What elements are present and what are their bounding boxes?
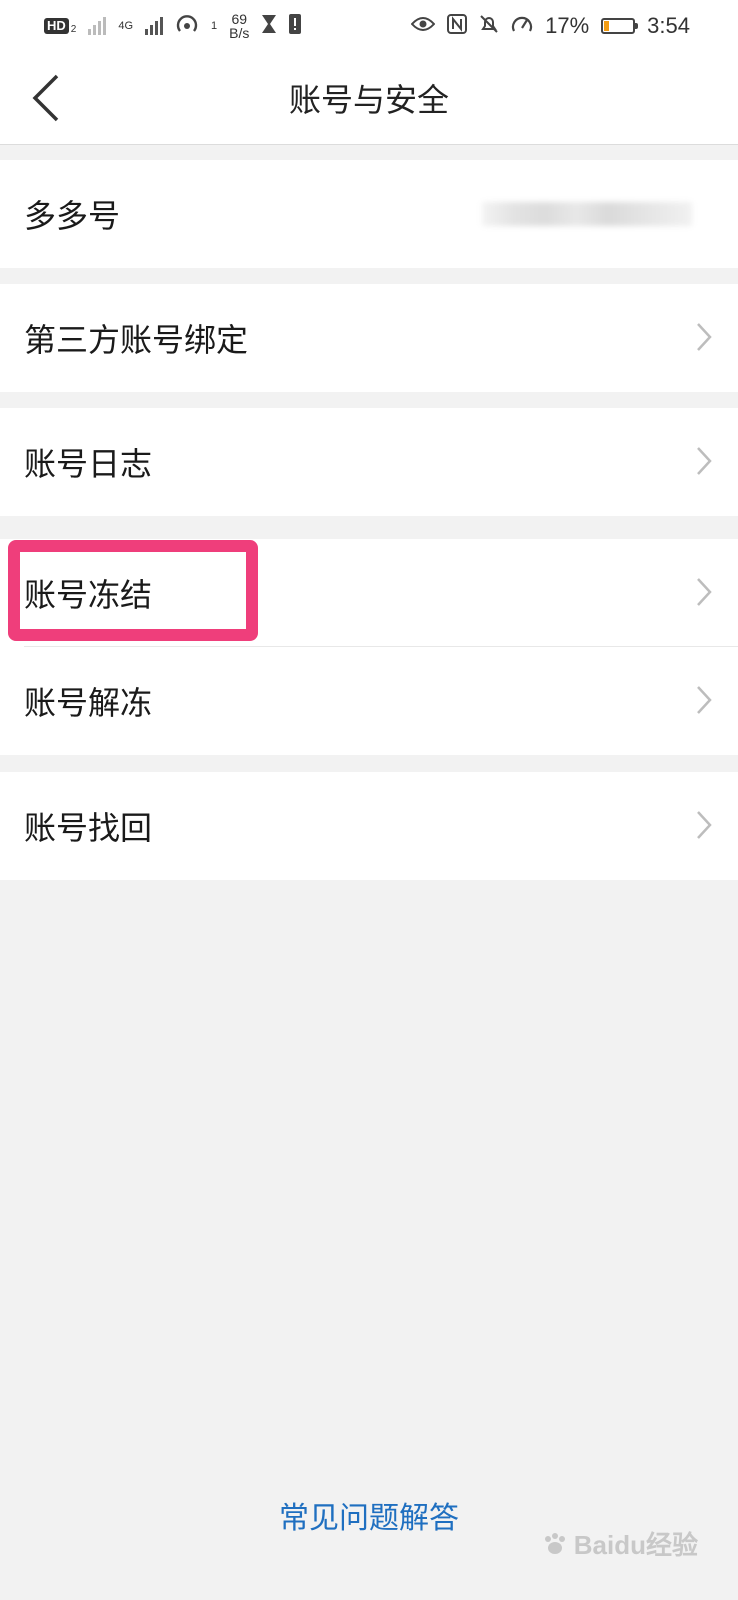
eye-icon <box>410 16 436 37</box>
row-account-log[interactable]: 账号日志 <box>0 408 738 516</box>
row-label: 第三方账号绑定 <box>24 321 249 359</box>
row-account-freeze[interactable]: 账号冻结 <box>0 539 738 647</box>
signal-sim2-icon <box>145 17 164 35</box>
net-speed: 69 B/s <box>229 12 249 40</box>
chevron-right-icon <box>697 811 712 839</box>
group-recovery: 账号找回 <box>0 772 738 880</box>
group-duoduo-id: 多多号 <box>0 160 738 268</box>
watermark-text: Baidu经验 <box>573 1530 698 1560</box>
blurred-id-value <box>482 202 692 226</box>
nav-bar: 账号与安全 <box>0 52 738 145</box>
hd-badge: HD <box>44 18 69 34</box>
row-label: 账号日志 <box>24 445 153 483</box>
chevron-right-icon <box>697 447 712 475</box>
page-title: 账号与安全 <box>288 81 449 119</box>
row-label: 账号解冻 <box>24 684 153 722</box>
paw-icon <box>544 1532 565 1554</box>
bell-off-icon <box>479 14 499 39</box>
row-account-recovery[interactable]: 账号找回 <box>0 772 738 880</box>
alert-icon <box>289 13 302 39</box>
clock: 3:54 <box>647 13 690 38</box>
hotspot-icon <box>175 13 199 40</box>
status-right: 17% 3:54 <box>410 13 690 39</box>
hd-sub: 2 <box>70 23 77 35</box>
speedometer-icon <box>511 14 533 39</box>
row-third-party-binding[interactable]: 第三方账号绑定 <box>0 284 738 392</box>
row-label: 多多号 <box>24 197 121 235</box>
battery-icon <box>601 18 639 34</box>
row-account-unfreeze[interactable]: 账号解冻 <box>0 647 738 755</box>
chevron-right-icon <box>697 323 712 351</box>
row-duoduo-id: 多多号 <box>0 160 738 268</box>
hourglass-icon <box>261 14 277 39</box>
status-bar: HD 2 4G 1 69 B/s 17% 3:54 <box>0 0 738 52</box>
net-speed-unit: B/s <box>229 25 250 41</box>
status-left: HD 2 4G 1 69 B/s <box>44 12 302 40</box>
chevron-right-icon <box>697 578 712 606</box>
watermark: Baidu经验 <box>542 1525 698 1562</box>
signal-sim1-icon <box>88 17 107 35</box>
chevron-right-icon <box>697 686 712 714</box>
nfc-icon <box>447 13 468 39</box>
battery-percent: 17% <box>545 13 590 38</box>
chevron-left-icon <box>32 74 59 122</box>
group-account-log: 账号日志 <box>0 408 738 516</box>
group-third-party: 第三方账号绑定 <box>0 284 738 392</box>
battery-fill <box>604 21 610 31</box>
network-type-label: 4G <box>118 19 134 32</box>
group-freeze: 账号冻结 账号解冻 <box>0 539 738 755</box>
row-label: 账号冻结 <box>24 576 153 614</box>
hotspot-count: 1 <box>211 19 218 32</box>
row-label: 账号找回 <box>24 809 153 847</box>
back-button[interactable] <box>20 70 72 126</box>
